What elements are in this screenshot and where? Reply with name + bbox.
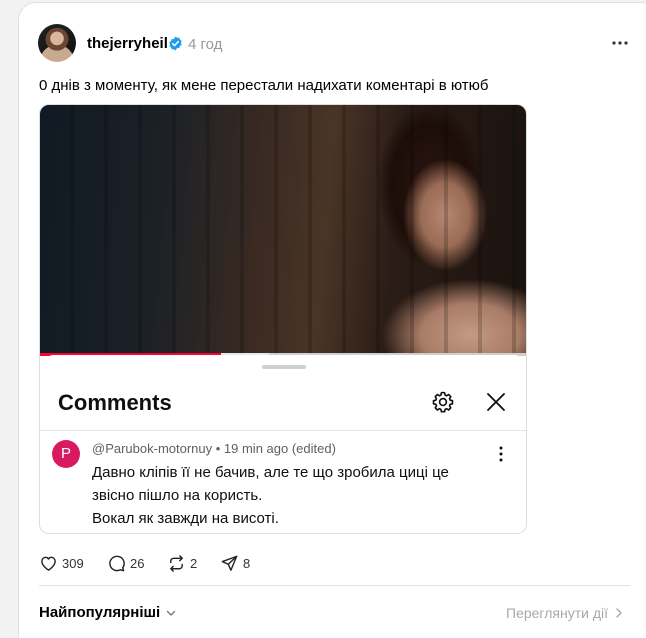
close-icon[interactable] — [486, 392, 506, 412]
view-activity-label: Переглянути дії — [506, 605, 608, 621]
comment-bubble-icon — [109, 555, 125, 571]
avatar[interactable] — [38, 24, 76, 62]
repost-icon — [170, 554, 183, 572]
video-frame[interactable] — [40, 105, 526, 355]
comment-line: звісно пішло на користь. — [92, 487, 263, 504]
chevron-down-icon — [166, 610, 176, 616]
sort-label: Найпопулярніші — [39, 604, 161, 621]
gear-icon[interactable] — [431, 390, 455, 414]
repost-button[interactable]: 2 — [167, 553, 197, 573]
verified-badge-icon — [169, 36, 182, 51]
comment-text: Давно кліпів її не бачив, але те що зроб… — [92, 461, 482, 530]
send-icon — [221, 555, 238, 571]
sort-dropdown[interactable]: Найпопулярніші — [39, 604, 177, 621]
sheet-divider — [40, 430, 526, 431]
view-activity-link[interactable]: Переглянути дії — [506, 605, 624, 621]
comment-line: Вокал як завжди на висоті. — [92, 510, 279, 527]
comment-line: Давно кліпів її не бачив, але те що зроб… — [92, 464, 449, 481]
post-media[interactable]: Comments P @Parubok-motornuy • 19 min ag… — [39, 104, 527, 534]
comment-menu-icon[interactable] — [495, 445, 507, 463]
chevron-right-icon — [616, 608, 622, 618]
comments-title: Comments — [58, 390, 172, 415]
share-button[interactable]: 8 — [220, 553, 250, 573]
heart-icon — [41, 556, 56, 571]
section-divider — [39, 585, 630, 586]
like-button[interactable]: 309 — [39, 553, 84, 573]
comment-avatar[interactable]: P — [52, 440, 80, 468]
post-text: 0 днів з моменту, як мене перестали нади… — [39, 77, 489, 94]
more-options-icon[interactable] — [611, 35, 629, 51]
like-count: 309 — [62, 555, 84, 571]
comment-count: 26 — [130, 555, 145, 571]
sheet-drag-handle[interactable] — [262, 365, 306, 369]
share-count: 8 — [243, 555, 251, 571]
comments-sheet: Comments P @Parubok-motornuy • 19 min ag… — [40, 355, 526, 533]
username[interactable]: thejerryheil — [87, 35, 168, 52]
comment-meta: @Parubok-motornuy • 19 min ago (edited) — [92, 441, 336, 456]
comment-button[interactable]: 26 — [107, 553, 144, 573]
post-time: 4 год — [188, 36, 223, 53]
repost-count: 2 — [190, 555, 198, 571]
